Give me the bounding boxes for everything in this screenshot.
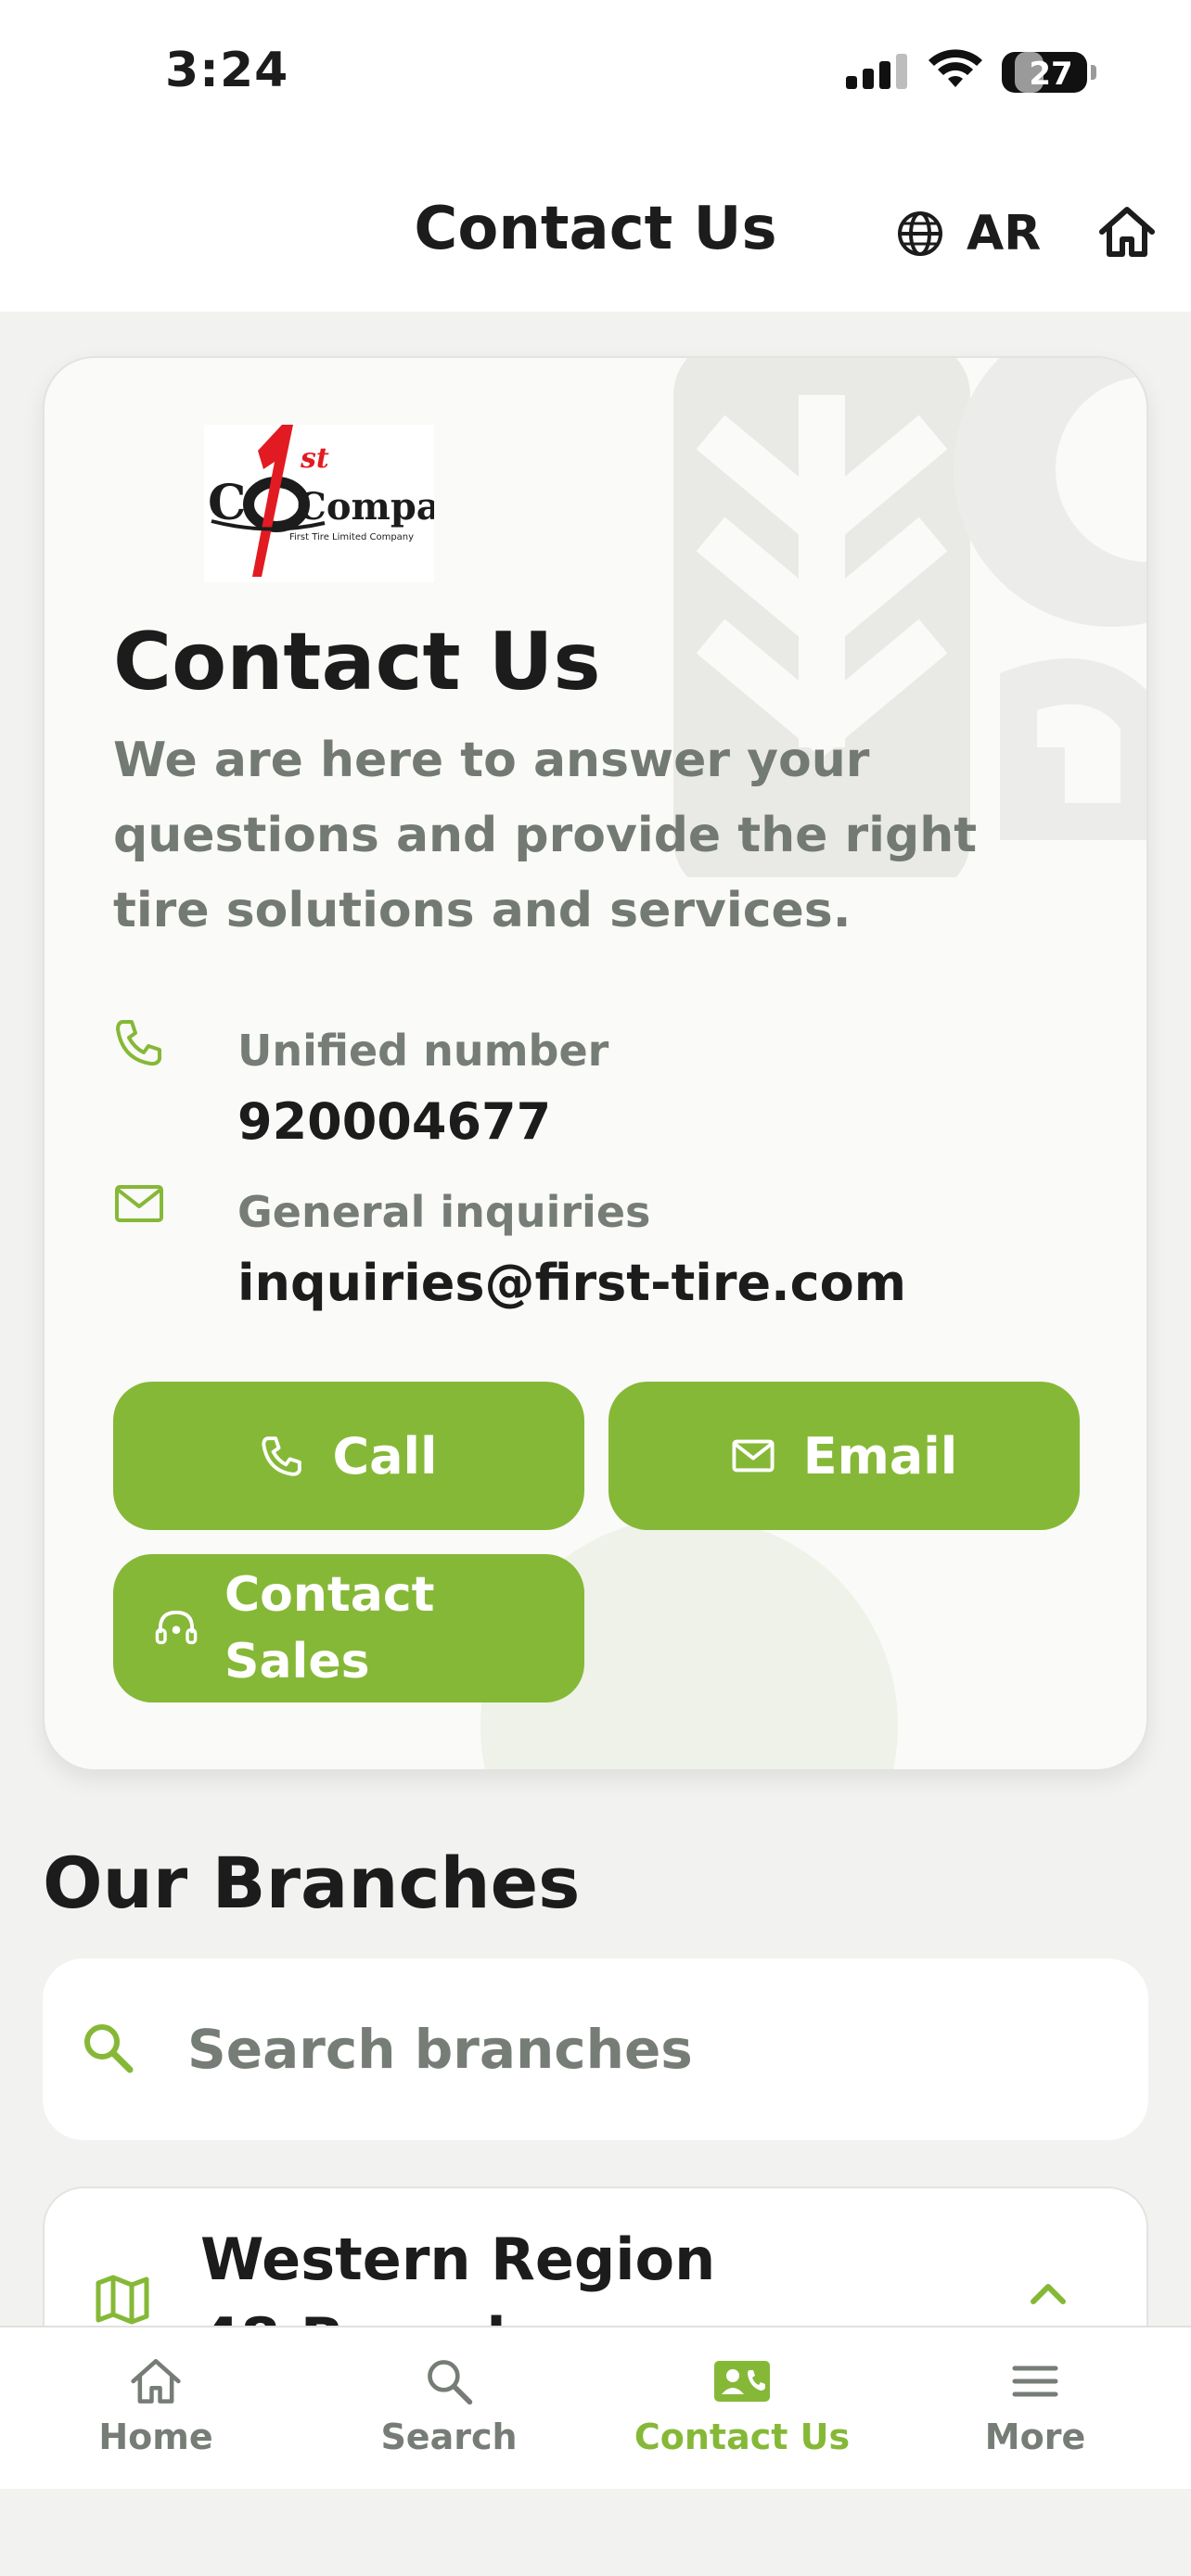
nav-item-search[interactable]: Search (328, 2355, 570, 2457)
logo-wordmark: Company (297, 485, 434, 529)
contact-card-icon (714, 2361, 770, 2402)
email-button-label: Email (802, 1426, 958, 1486)
language-toggle[interactable]: AR (896, 206, 1041, 261)
branches-heading: Our Branches (43, 1842, 581, 1924)
mail-icon (115, 1185, 163, 1222)
nav-item-contact-us[interactable]: Contact Us (621, 2355, 863, 2457)
general-inquiries-value: inquiries@first-tire.com (237, 1254, 906, 1312)
nav-item-more[interactable]: More (915, 2355, 1156, 2457)
nav-label-contact-us: Contact Us (634, 2417, 851, 2457)
phone-icon (262, 1436, 302, 1476)
unified-number-value: 920004677 (237, 1092, 552, 1151)
status-bar: 3:24 27 (0, 0, 1191, 148)
logo-tagline: First Tire Limited Company (289, 532, 414, 542)
hero-title: Contact Us (113, 616, 601, 708)
headset-icon (155, 1610, 198, 1645)
wifi-icon (928, 49, 982, 87)
cellular-signal-icon (846, 54, 907, 89)
nav-label-search: Search (380, 2417, 518, 2457)
unified-number-label: Unified number (237, 1026, 609, 1076)
nav-label-more: More (984, 2417, 1086, 2457)
call-button[interactable]: Call (113, 1382, 584, 1530)
language-label: AR (967, 206, 1042, 261)
contact-sales-button[interactable]: Contact Sales (113, 1554, 584, 1702)
chevron-up-icon[interactable] (1028, 2279, 1069, 2307)
hero-description: We are here to answer your questions and… (113, 733, 978, 938)
battery-level: 27 (1029, 56, 1073, 93)
logo-superscript: st (300, 442, 329, 475)
mail-icon (732, 1439, 775, 1473)
battery-cap (1091, 65, 1096, 80)
search-icon (428, 2360, 473, 2405)
branch-search-box[interactable] (43, 1958, 1148, 2140)
nav-item-home[interactable]: Home (35, 2355, 276, 2457)
branch-search-input[interactable] (187, 2003, 1096, 2096)
phone-icon (116, 1020, 161, 1066)
contact-sales-label: Contact Sales (224, 1567, 435, 1690)
general-inquiries-label: General inquiries (237, 1187, 651, 1237)
nav-label-home: Home (98, 2417, 213, 2457)
map-icon (96, 2275, 149, 2325)
status-time: 3:24 (165, 43, 289, 98)
home-icon (131, 2359, 181, 2404)
call-button-label: Call (332, 1426, 438, 1486)
email-button[interactable]: Email (608, 1382, 1080, 1530)
company-logo: C Company st First Tire Limited Company (204, 425, 491, 582)
bottom-navigation: Home Search Contact Us More (0, 2326, 1191, 2489)
region-name: Western Region (200, 2225, 716, 2293)
battery-icon: 27 (1002, 52, 1087, 93)
search-icon (84, 2024, 134, 2073)
app-header: Contact Us AR (0, 148, 1191, 312)
home-indicator-area (0, 2489, 1191, 2576)
menu-icon (1012, 2366, 1058, 2397)
home-icon[interactable] (1098, 206, 1156, 258)
contact-hero-card: C Company st First Tire Limited Company … (43, 356, 1148, 1771)
globe-icon (898, 211, 942, 256)
